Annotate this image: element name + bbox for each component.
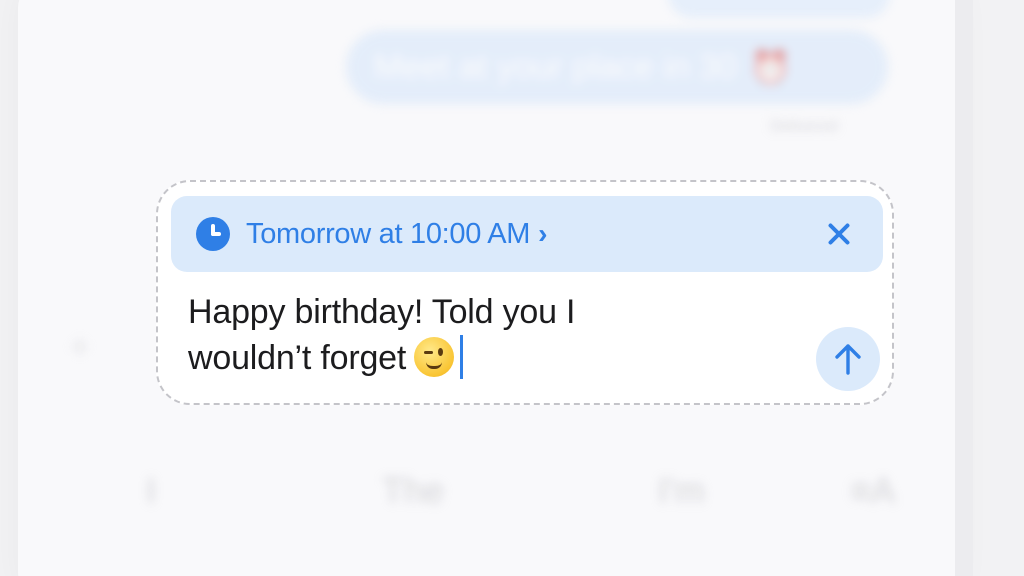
text-format-icon[interactable]: ≡A	[850, 470, 895, 512]
message-line: Happy birthday! Told you I	[188, 293, 576, 331]
keyboard-suggestions: I The I'm ≡A	[60, 470, 940, 530]
close-icon[interactable]	[821, 216, 857, 252]
send-later-chip[interactable]: Tomorrow at 10:00 AM ›	[171, 196, 883, 272]
suggestion-item[interactable]: I'm	[658, 470, 705, 512]
winking-face-emoji	[414, 337, 455, 377]
send-button[interactable]	[816, 327, 880, 391]
delivery-status: Delivered	[770, 118, 838, 135]
chevron-right-icon: ›	[538, 218, 548, 249]
message-input[interactable]: Happy birthday! Told you I wouldn’t forg…	[188, 290, 748, 381]
expand-icon: +	[70, 328, 90, 366]
scheduled-time[interactable]: Tomorrow at 10:00 AM	[246, 218, 530, 251]
suggestion-item[interactable]: I	[146, 470, 156, 512]
suggestion-item[interactable]: The	[382, 470, 444, 512]
message-bubble	[668, 0, 890, 18]
message-bubble: Meet at your place in 30 ⏰	[346, 30, 888, 104]
clock-icon	[196, 217, 230, 251]
arrow-up-icon	[835, 344, 861, 375]
message-text: Meet at your place in 30	[374, 47, 737, 86]
text-cursor	[460, 335, 464, 379]
message-line: wouldn’t forget	[188, 339, 407, 377]
compose-field[interactable]: Tomorrow at 10:00 AM › Happy birthday! T…	[156, 180, 894, 405]
device-edge	[955, 0, 973, 576]
screen: Meet at your place in 30 ⏰ Delivered + I…	[0, 0, 1024, 576]
alarm-clock-emoji: ⏰	[750, 49, 791, 85]
